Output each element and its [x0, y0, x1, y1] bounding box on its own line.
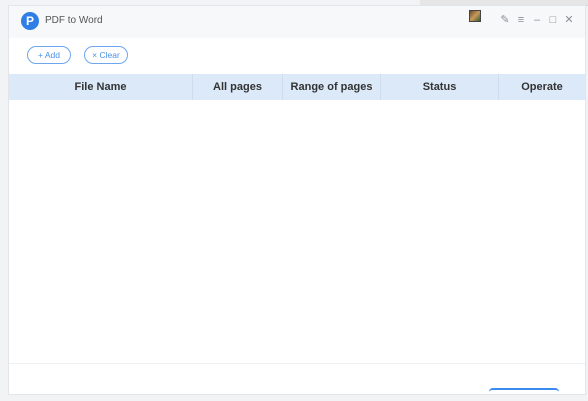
column-header-range-of-pages[interactable]: Range of pages	[283, 74, 381, 100]
table-header: File Name All pages Range of pages Statu…	[9, 74, 585, 100]
maximize-icon[interactable]: □	[547, 14, 559, 26]
user-avatar-icon[interactable]	[469, 10, 481, 22]
app-window: P PDF to Word ✎ ≡ – □ ✕ + Add × Clear Fi…	[8, 5, 586, 395]
convert-button[interactable]	[489, 388, 559, 398]
column-header-status[interactable]: Status	[381, 74, 499, 100]
add-button[interactable]: + Add	[27, 46, 71, 64]
footer-divider	[9, 363, 585, 364]
file-list-area[interactable]	[9, 100, 585, 362]
column-header-all-pages[interactable]: All pages	[193, 74, 283, 100]
title-bar: P PDF to Word ✎ ≡ – □ ✕	[9, 6, 585, 38]
app-logo-icon: P	[21, 12, 39, 30]
minimize-icon[interactable]: –	[531, 14, 543, 26]
edit-icon[interactable]: ✎	[499, 14, 511, 26]
menu-icon[interactable]: ≡	[515, 14, 527, 26]
column-header-file-name[interactable]: File Name	[9, 74, 193, 100]
clear-button[interactable]: × Clear	[84, 46, 128, 64]
column-header-operate[interactable]: Operate	[499, 74, 585, 100]
close-icon[interactable]: ✕	[563, 14, 575, 26]
app-title: PDF to Word	[45, 15, 103, 26]
